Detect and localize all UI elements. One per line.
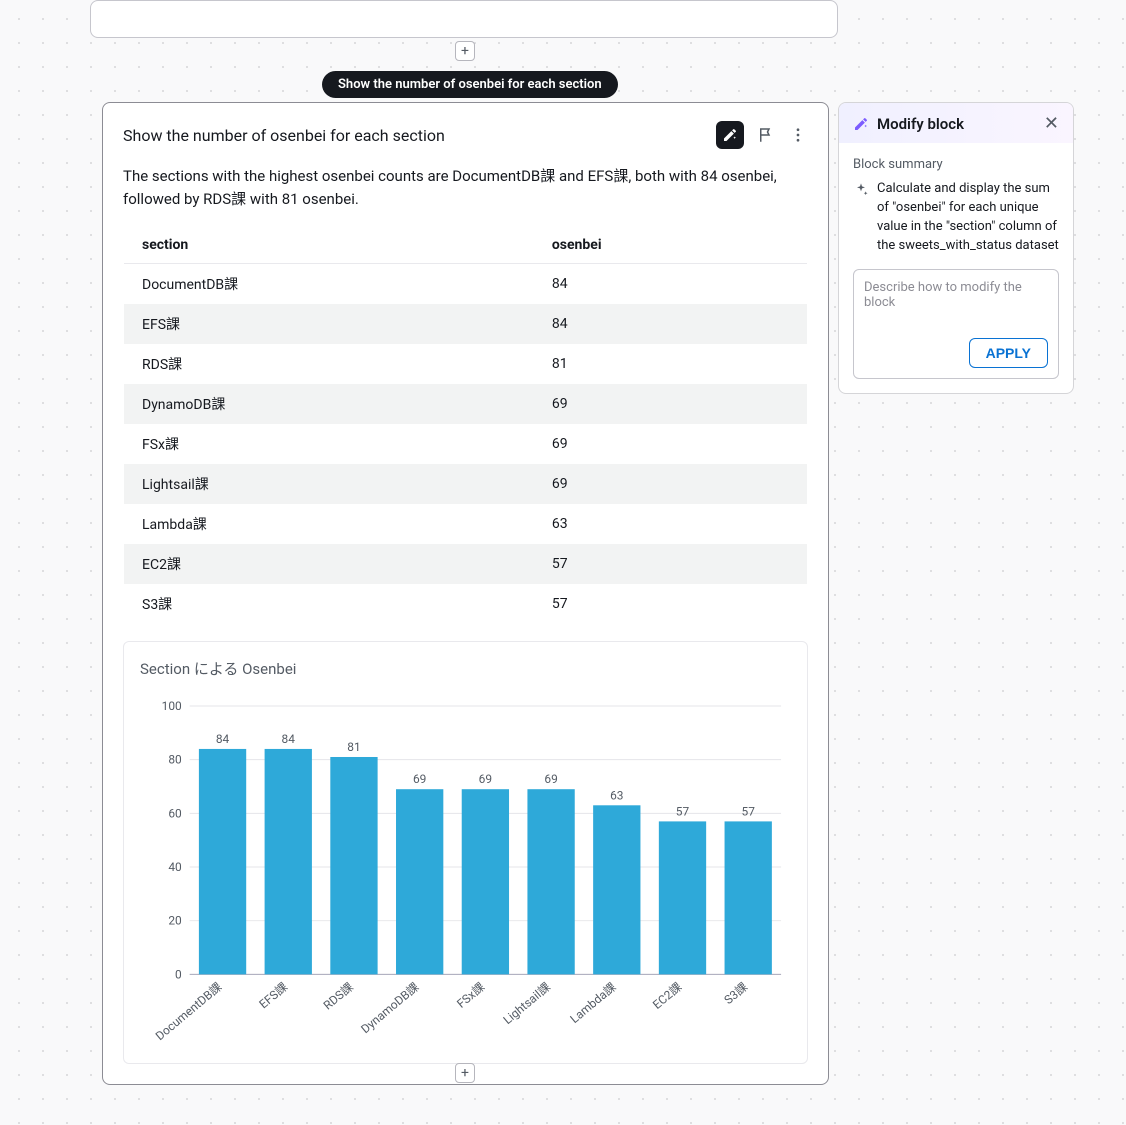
chart-title: Section による Osenbei: [140, 658, 791, 679]
cell-osenbei: 84: [534, 263, 808, 304]
svg-text:40: 40: [168, 859, 182, 873]
block-summary-text: The sections with the highest osenbei co…: [123, 165, 808, 212]
table-row: S3課57: [124, 584, 808, 625]
svg-text:63: 63: [610, 788, 623, 802]
chart-x-label: DynamoDB課: [358, 979, 421, 1035]
cell-section: Lightsail課: [124, 464, 534, 504]
svg-text:84: 84: [216, 731, 230, 745]
svg-text:80: 80: [168, 752, 182, 766]
upstream-block-strip: [90, 0, 838, 38]
chart-x-label: RDS課: [321, 979, 356, 1012]
chart-x-label: FSx課: [454, 979, 487, 1010]
table-row: EFS課84: [124, 304, 808, 344]
svg-text:60: 60: [168, 806, 182, 820]
chart-x-label: EFS課: [256, 979, 290, 1011]
cell-section: DocumentDB課: [124, 263, 534, 304]
cell-section: RDS課: [124, 344, 534, 384]
block-title: Show the number of osenbei for each sect…: [123, 126, 445, 145]
cell-section: S3課: [124, 584, 534, 625]
modify-panel-title: Modify block: [877, 115, 964, 133]
table-row: EC2課57: [124, 544, 808, 584]
cell-osenbei: 81: [534, 344, 808, 384]
osenbei-bar-chart: 0 20 40 60 80 100 84 DocumentDB課 84 EFS課 81 RDS課 69 D…: [140, 685, 791, 1055]
block-header: Show the number of osenbei for each sect…: [123, 121, 808, 149]
apply-button[interactable]: APPLY: [969, 338, 1048, 368]
table-row: DynamoDB課69: [124, 384, 808, 424]
cell-osenbei: 69: [534, 464, 808, 504]
flag-icon: [757, 126, 775, 144]
cell-osenbei: 84: [534, 304, 808, 344]
edit-block-button[interactable]: [716, 121, 744, 149]
analysis-block: Show the number of osenbei for each sect…: [102, 102, 829, 1085]
table-row: DocumentDB課84: [124, 263, 808, 304]
pencil-sparkle-icon: [722, 127, 738, 143]
modify-panel-body: Block summary Calculate and display the …: [839, 143, 1073, 269]
cell-section: EC2課: [124, 544, 534, 584]
flag-button[interactable]: [756, 125, 776, 145]
more-menu-button[interactable]: [788, 125, 808, 145]
cell-section: Lambda課: [124, 504, 534, 544]
close-panel-button[interactable]: ✕: [1044, 115, 1059, 133]
osenbei-table: section osenbei DocumentDB課84EFS課84RDS課8…: [123, 226, 808, 625]
svg-text:100: 100: [162, 698, 182, 712]
chart-bar: [462, 789, 509, 974]
chart-x-label: S3課: [721, 979, 750, 1006]
svg-text:81: 81: [347, 740, 360, 754]
cell-section: FSx課: [124, 424, 534, 464]
block-pill-label: Show the number of osenbei for each sect…: [322, 71, 618, 98]
table-row: FSx課69: [124, 424, 808, 464]
block-summary-description: Calculate and display the sum of "osenbe…: [877, 180, 1059, 255]
chart-panel: Section による Osenbei 0 20 40 60 80 100 84 Docume…: [123, 641, 808, 1064]
cell-osenbei: 69: [534, 424, 808, 464]
table-header-osenbei: osenbei: [534, 226, 808, 263]
svg-text:57: 57: [742, 804, 756, 818]
cell-osenbei: 69: [534, 384, 808, 424]
chart-bar: [659, 821, 706, 974]
cell-osenbei: 57: [534, 584, 808, 625]
modify-input-box: APPLY: [853, 269, 1059, 379]
chart-bar: [725, 821, 772, 974]
chart-bar: [330, 756, 377, 973]
dots-vertical-icon: [789, 126, 807, 144]
svg-text:57: 57: [676, 804, 690, 818]
pencil-sparkle-icon: [853, 116, 869, 132]
svg-text:0: 0: [175, 967, 182, 981]
table-header-section: section: [124, 226, 534, 263]
chart-x-label: DocumentDB課: [153, 979, 225, 1042]
table-row: RDS課81: [124, 344, 808, 384]
svg-text:84: 84: [282, 731, 296, 745]
sparkle-icon: [853, 182, 869, 198]
block-header-actions: [716, 121, 808, 149]
cell-osenbei: 63: [534, 504, 808, 544]
chart-x-label: EC2課: [650, 979, 684, 1011]
modify-block-panel: Modify block ✕ Block summary Calculate a…: [838, 102, 1074, 394]
chart-bar: [199, 748, 246, 973]
modify-panel-header: Modify block ✕: [839, 103, 1073, 143]
svg-text:69: 69: [413, 772, 426, 786]
chart-x-label: Lambda課: [567, 979, 618, 1025]
svg-text:20: 20: [168, 913, 182, 927]
table-row: Lightsail課69: [124, 464, 808, 504]
add-block-below-button[interactable]: +: [455, 1063, 475, 1083]
cell-osenbei: 57: [534, 544, 808, 584]
add-block-above-button[interactable]: +: [455, 41, 475, 61]
chart-x-label: Lightsail課: [501, 979, 554, 1026]
table-row: Lambda課63: [124, 504, 808, 544]
cell-section: DynamoDB課: [124, 384, 534, 424]
svg-text:69: 69: [544, 772, 557, 786]
chart-bar: [265, 748, 312, 973]
chart-bar: [593, 805, 640, 974]
block-summary-label: Block summary: [853, 157, 1059, 172]
modify-description-input[interactable]: [864, 280, 1048, 338]
cell-section: EFS課: [124, 304, 534, 344]
chart-bar: [396, 789, 443, 974]
chart-bar: [527, 789, 574, 974]
svg-text:69: 69: [479, 772, 492, 786]
